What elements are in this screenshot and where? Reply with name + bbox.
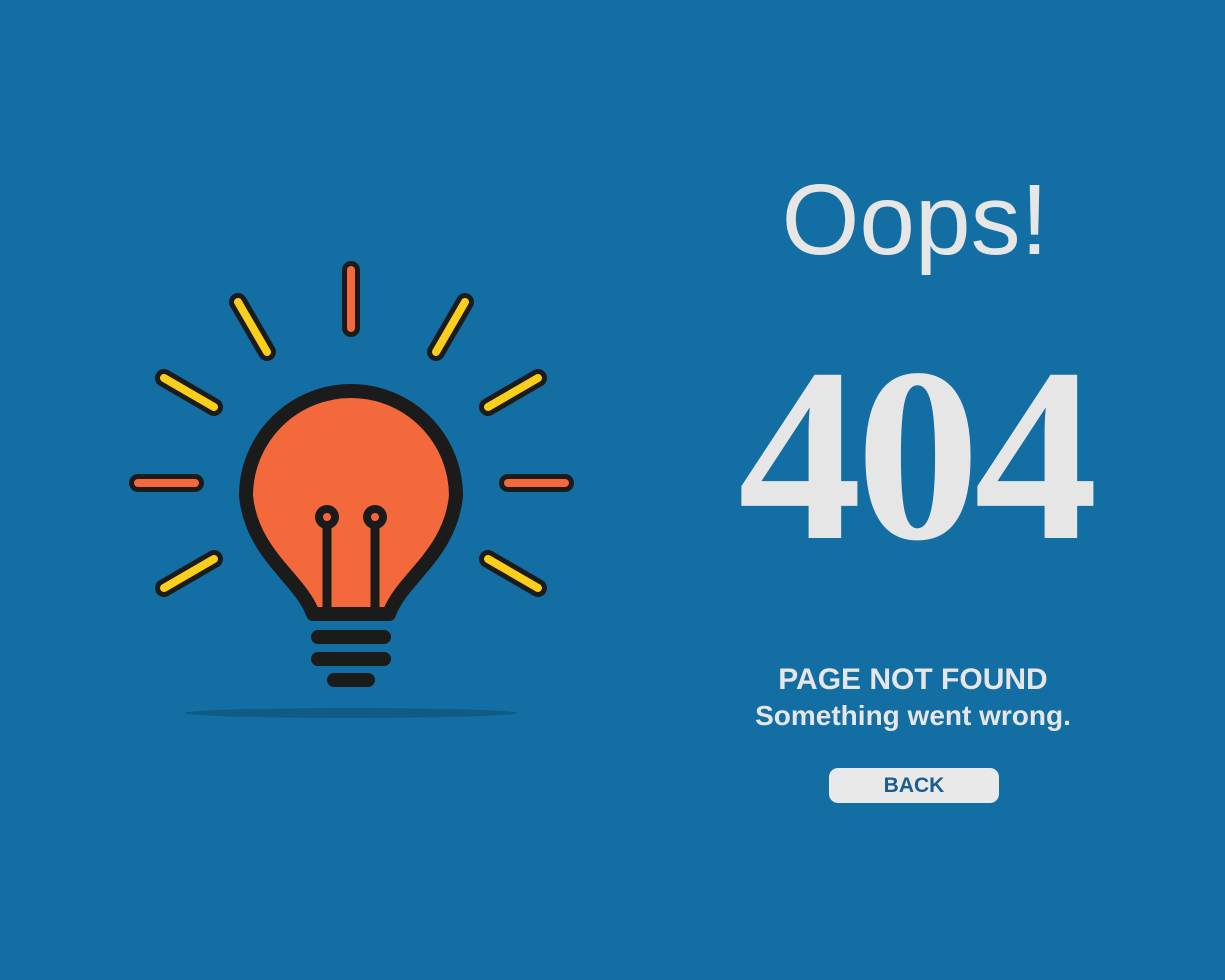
ray-mid-right [479, 369, 547, 416]
bulb-shadow [185, 708, 517, 718]
ray-lower-left [155, 550, 223, 597]
ray-lower-right [479, 550, 547, 597]
bulb-glass [239, 384, 463, 621]
ray-upper-right [427, 293, 474, 361]
ray-mid-left [155, 369, 223, 416]
bulb-base [311, 630, 391, 687]
lightbulb-illustration [129, 261, 574, 718]
error-message: Something went wrong. [755, 700, 1071, 731]
ray-upper-left [229, 293, 276, 361]
back-button[interactable]: BACK [829, 768, 999, 803]
error-code: 404 [738, 317, 1098, 592]
page-not-found-title: PAGE NOT FOUND [778, 663, 1048, 696]
oops-heading: Oops! [781, 164, 1049, 276]
